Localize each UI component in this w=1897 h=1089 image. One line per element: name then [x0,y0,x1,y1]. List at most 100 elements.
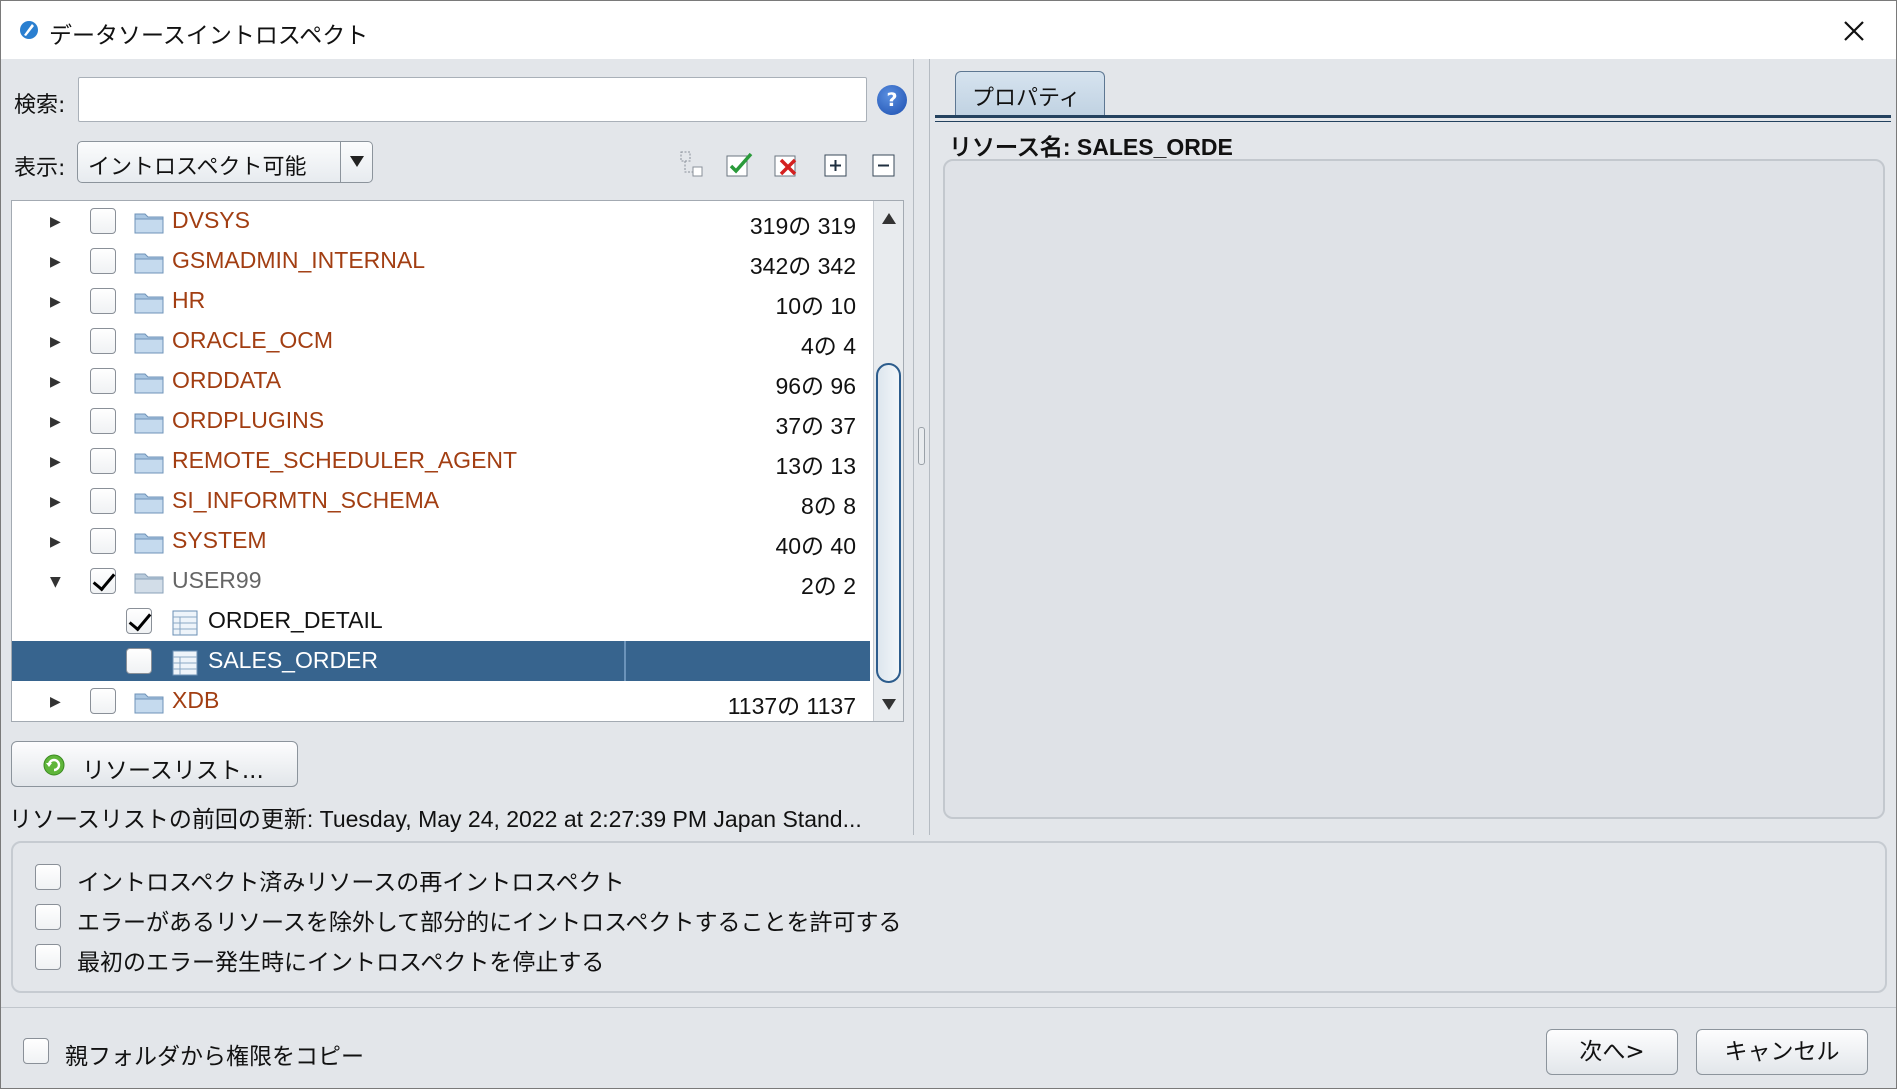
expand-arrow-icon[interactable]: ▶ [50,254,61,270]
row-checkbox[interactable] [126,648,152,674]
expand-arrow-icon[interactable]: ▶ [50,534,61,550]
reload-button-label: リソースリスト... [82,758,264,784]
help-icon[interactable]: ? [877,85,907,115]
reload-resource-list-button[interactable]: リソースリスト... [11,741,298,787]
title-bar: データソースイントロスペクト [1,1,1896,59]
option-checkbox[interactable] [35,944,61,970]
tree-row-system[interactable]: ▶ SYSTEM 40の 40 [12,521,870,561]
row-name: SI_INFORMTN_SCHEMA [172,487,440,513]
tree-row-remote-scheduler-agent[interactable]: ▶ REMOTE_SCHEDULER_AGENT 13の 13 [12,441,870,481]
row-count: 1137の 1137 [727,693,856,719]
close-button[interactable] [1834,11,1874,51]
table-icon [172,610,198,636]
row-count: 13の 13 [775,453,856,479]
table-icon [172,650,198,676]
row-checkbox[interactable] [90,288,116,314]
introspect-options: イントロスペクト済みリソースの再イントロスペクト エラーがあるリソースを除外して… [11,841,1887,993]
row-checkbox[interactable] [90,688,116,714]
copy-permissions-checkbox[interactable] [23,1038,49,1064]
row-checkbox[interactable] [90,528,116,554]
tab-properties-label: プロパティ [972,86,1081,111]
tree-row-hr[interactable]: ▶ HR 10の 10 [12,281,870,321]
expand-arrow-icon[interactable]: ▶ [50,334,61,350]
row-name: SYSTEM [172,527,267,553]
expand-arrow-icon[interactable]: ▶ [50,494,61,510]
tree-row-order-detail[interactable]: ORDER_DETAIL [12,601,870,641]
option-checkbox[interactable] [35,904,61,930]
collapse-all-icon[interactable] [870,150,898,178]
expand-arrow-icon[interactable]: ▶ [50,294,61,310]
scroll-down-icon[interactable] [874,693,903,717]
row-checkbox[interactable] [90,208,116,234]
expand-arrow-icon[interactable]: ▶ [50,694,61,710]
next-button[interactable]: 次へ> [1546,1029,1678,1075]
row-checkbox[interactable] [90,408,116,434]
option-label: イントロスペクト済みリソースの再イントロスペクト [77,870,625,896]
option-checkbox[interactable] [35,864,61,890]
row-name: XDB [172,687,220,713]
folder-icon [134,533,164,554]
scroll-up-icon[interactable] [874,205,903,229]
folder-icon [134,213,164,234]
folder-icon [134,693,164,714]
expand-arrow-icon[interactable]: ▶ [50,214,61,230]
row-checkbox[interactable] [126,608,152,634]
tab-properties[interactable]: プロパティ [955,71,1105,116]
window-title: データソースイントロスペクト [49,23,369,49]
row-count: 4の 4 [801,333,856,359]
tree-row-oracle-ocm[interactable]: ▶ ORACLE_OCM 4の 4 [12,321,870,361]
panel-splitter[interactable] [913,59,933,835]
row-name: DVSYS [172,207,250,233]
folder-icon [134,293,164,314]
splitter-grip[interactable] [918,427,925,465]
row-name: GSMADMIN_INTERNAL [172,247,426,273]
selection-divider [624,641,626,681]
row-checkbox[interactable] [90,328,116,354]
search-input[interactable] [78,77,867,122]
tree-row-user99[interactable]: ▼ USER99 2の 2 [12,561,870,601]
tree-row-ordplugins[interactable]: ▶ ORDPLUGINS 37の 37 [12,401,870,441]
row-name: ORACLE_OCM [172,327,334,353]
tree-scrollbar[interactable] [873,201,903,721]
row-name: ORDPLUGINS [172,407,325,433]
expand-arrow-icon[interactable]: ▶ [50,414,61,430]
row-checkbox[interactable] [90,248,116,274]
tree-row-xdb[interactable]: ▶ XDB 1137の 1137 [12,681,870,721]
properties-panel [943,159,1885,819]
row-name: REMOTE_SCHEDULER_AGENT [172,447,518,473]
row-checkbox[interactable] [90,448,116,474]
uncheck-all-icon[interactable] [773,150,801,178]
tree-row-orddata[interactable]: ▶ ORDDATA 96の 96 [12,361,870,401]
resource-name: リソース名: SALES_ORDE [949,134,1233,160]
search-label: 検索: [14,93,66,118]
folder-icon [134,253,164,274]
copy-tree-icon[interactable] [678,150,706,178]
resource-tree[interactable]: ▶ DVSYS 319の 319 ▶ GSMADMIN_INTERNAL 342… [11,200,904,722]
row-checkbox[interactable] [90,488,116,514]
expand-all-icon[interactable] [822,150,850,178]
folder-icon [134,493,164,514]
view-select-value: イントロスペクト可能 [88,155,307,180]
tree-row-sales-order[interactable]: SALES_ORDER [12,641,870,681]
row-count: 37の 37 [775,413,856,439]
option-label: エラーがあるリソースを除外して部分的にイントロスペクトすることを許可する [77,910,902,936]
expand-arrow-icon[interactable]: ▶ [50,454,61,470]
row-checkbox[interactable] [90,368,116,394]
scroll-thumb[interactable] [876,363,901,683]
copy-permissions-label: 親フォルダから権限をコピー [65,1044,364,1070]
check-all-icon[interactable] [725,150,753,178]
view-label: 表示: [14,156,66,181]
tree-row-gsmadmin-internal[interactable]: ▶ GSMADMIN_INTERNAL 342の 342 [12,241,870,281]
view-select[interactable]: イントロスペクト可能 [77,141,373,183]
row-name: SALES_ORDER [208,647,379,673]
row-name: ORDER_DETAIL [208,607,383,633]
row-checkbox[interactable] [90,568,116,594]
row-count: 96の 96 [775,373,856,399]
tree-row-dvsys[interactable]: ▶ DVSYS 319の 319 [12,201,870,241]
expand-arrow-icon[interactable]: ▶ [50,374,61,390]
tree-row-si-informtn-schema[interactable]: ▶ SI_INFORMTN_SCHEMA 8の 8 [12,481,870,521]
refresh-icon [43,754,65,776]
collapse-arrow-icon[interactable]: ▼ [50,574,61,590]
cancel-button[interactable]: キャンセル [1696,1029,1868,1075]
row-name: HR [172,287,206,313]
